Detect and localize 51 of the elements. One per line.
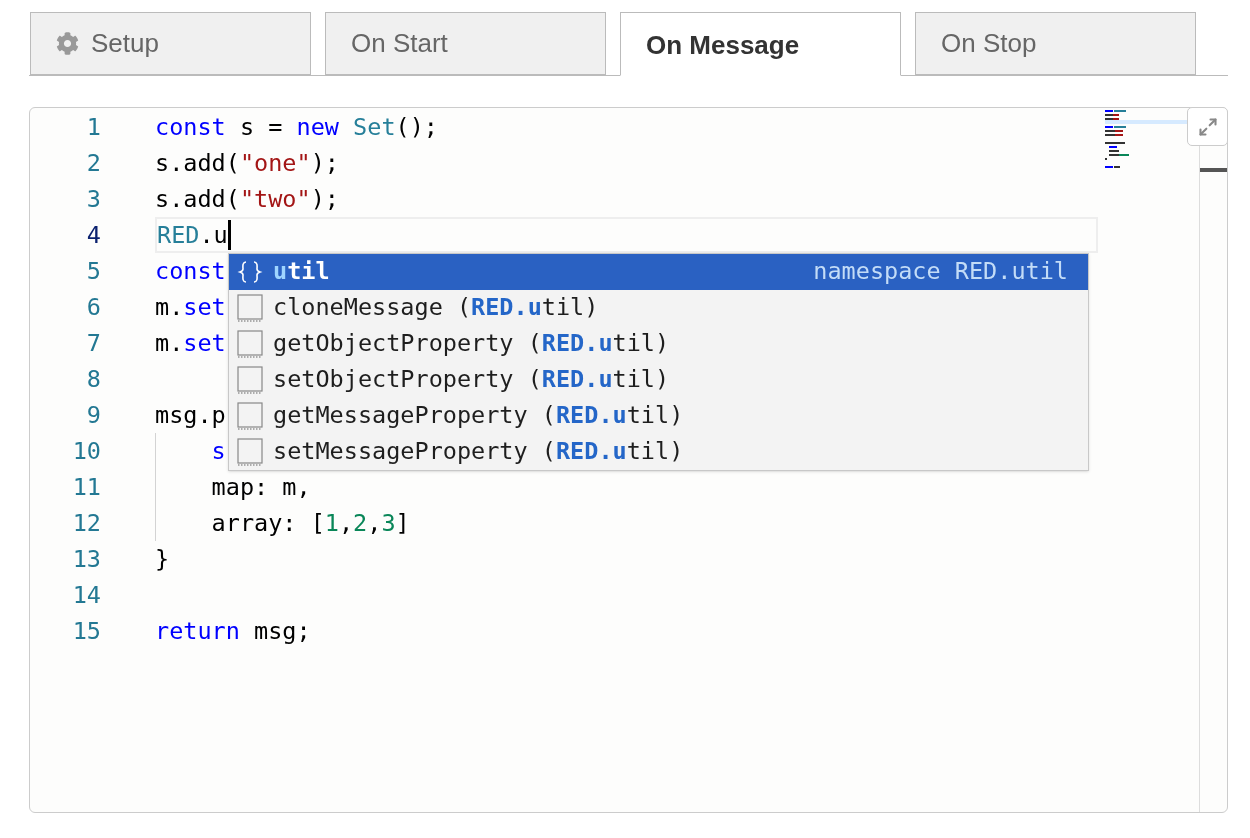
- line-number: 4: [86, 220, 101, 251]
- line-number: 7: [86, 328, 101, 359]
- line-number: 14: [72, 580, 101, 611]
- code-line: }: [155, 544, 170, 575]
- code-line: s: [210, 436, 226, 467]
- code-line: return msg;: [155, 616, 311, 647]
- suggestion-item[interactable]: setMessageProperty (RED.util): [229, 434, 1088, 470]
- square-icon: [237, 402, 263, 430]
- tab[interactable]: On Start: [325, 12, 606, 75]
- code-line: m.set: [155, 292, 226, 323]
- suggestion-item[interactable]: util namespace RED.util: [229, 254, 1088, 290]
- line-number: 9: [86, 400, 101, 431]
- code-line: map: m,: [210, 472, 311, 503]
- expand-icon: [1197, 116, 1218, 137]
- braces-icon: [237, 259, 263, 285]
- suggestion-item[interactable]: setObjectProperty (RED.util): [229, 362, 1088, 398]
- line-number: 6: [86, 292, 101, 323]
- line-number: 8: [86, 364, 101, 395]
- text-cursor: [227, 220, 231, 250]
- code-line: const s = new Set();: [155, 112, 438, 143]
- code-line: array: [1,2,3]: [210, 508, 410, 539]
- tab[interactable]: On Stop: [915, 12, 1196, 75]
- line-number: 13: [72, 544, 101, 575]
- line-number: 10: [72, 436, 101, 467]
- code-editor[interactable]: [29, 107, 1228, 813]
- code-line: s.add("one");: [155, 148, 339, 179]
- expand-button[interactable]: [1187, 107, 1228, 146]
- code-line: s.add("two");: [155, 184, 339, 215]
- line-number: 2: [86, 148, 101, 179]
- suggestion-item[interactable]: cloneMessage (RED.util): [229, 290, 1088, 326]
- square-icon: [237, 366, 263, 394]
- suggestion-item[interactable]: getMessageProperty (RED.util): [229, 398, 1088, 434]
- line-number: 11: [72, 472, 101, 503]
- suggestion-detail: namespace RED.util: [813, 256, 1068, 288]
- code-line: const: [155, 256, 226, 287]
- suggestion-item[interactable]: getObjectProperty (RED.util): [229, 326, 1088, 362]
- code-line: RED.u: [157, 220, 228, 251]
- tab[interactable]: Setup: [30, 12, 311, 75]
- line-number: 12: [72, 508, 101, 539]
- line-number: 1: [86, 112, 101, 143]
- line-number: 3: [86, 184, 101, 215]
- settings-icon: [56, 32, 79, 55]
- code-line: m.set: [155, 328, 226, 359]
- square-icon: [237, 294, 263, 322]
- square-icon: [237, 438, 263, 466]
- line-number: 15: [72, 616, 101, 647]
- tab[interactable]: On Message: [620, 12, 901, 76]
- square-icon: [237, 330, 263, 358]
- code-line: msg.p: [155, 400, 226, 431]
- scrollbar[interactable]: [1199, 146, 1227, 812]
- line-number: 5: [86, 256, 101, 287]
